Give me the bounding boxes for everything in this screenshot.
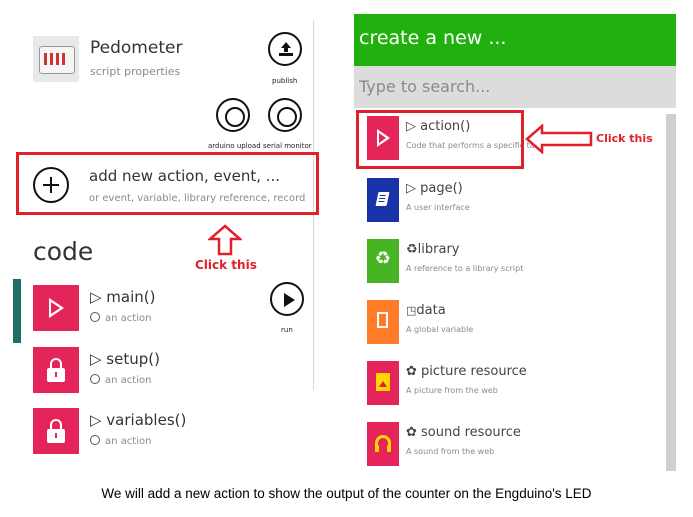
recycle-icon: ♻ [374,248,392,269]
list-item-main[interactable]: ▷ main() an action [0,279,300,343]
action-tile [33,347,79,393]
script-properties-link[interactable]: script properties [90,65,180,78]
create-new-title: create a new ... [359,27,507,49]
document-icon [377,312,388,328]
highlight-box [356,110,524,169]
publish-button[interactable] [268,32,302,66]
clock-icon [90,435,100,445]
library-tile: ♻ [367,239,399,283]
headphones-icon [375,435,391,452]
click-this-annotation-right: Click this [596,132,653,145]
list-item-data[interactable]: ◳data A global variable [354,300,654,360]
list-item-sound-resource[interactable]: ✿ sound resource A sound from the web [354,422,654,471]
book-icon [375,192,390,206]
item-name: ▷ main() [90,288,156,306]
item-name: ▷ variables() [90,411,187,429]
engduino-board-image [39,46,75,74]
scrollbar[interactable] [666,114,676,471]
item-description: A sound from the web [406,447,495,456]
script-thumbnail[interactable] [33,36,79,82]
item-name: ✿ sound resource [406,425,521,440]
data-tile [367,300,399,344]
serial-monitor-button[interactable] [268,98,302,132]
action-tile [33,408,79,454]
search-placeholder: Type to search... [359,77,491,96]
list-item-setup[interactable]: ▷ setup() an action [0,347,300,399]
list-item-page[interactable]: ▷ page() A user interface [354,178,654,238]
create-new-panel: create a new ... Type to search... ▷ act… [354,14,676,471]
list-item-variables[interactable]: ▷ variables() an action [0,408,300,460]
add-new-title: add new action, event, ... [89,167,281,185]
item-description: A user interface [406,203,470,212]
script-title[interactable]: Pedometer [90,38,182,58]
picture-icon [376,373,390,391]
create-new-header: create a new ... [354,14,676,66]
plus-icon [33,167,69,203]
publish-label: publish [272,77,298,85]
clock-icon [90,312,100,322]
item-description: A picture from the web [406,386,498,395]
arduino-upload-label: arduino upload [208,142,261,150]
item-meta: an action [90,435,151,447]
action-tile [33,285,79,331]
item-meta: an action [90,374,151,386]
list-item-library[interactable]: ♻ ♻library A reference to a library scri… [354,239,654,299]
item-name: ▷ setup() [90,350,160,368]
circle-icon [225,107,245,127]
list-item-picture-resource[interactable]: ✿ picture resource A picture from the we… [354,361,654,421]
figure-caption: We will add a new action to show the out… [101,486,592,501]
code-heading: code [33,237,94,266]
add-new-subtitle: or event, variable, library reference, r… [89,193,306,204]
item-name: ◳data [406,303,446,318]
sound-tile [367,422,399,466]
picture-tile [367,361,399,405]
click-this-annotation: Click this [195,258,257,272]
circle-icon [277,107,297,127]
clock-icon [90,374,100,384]
page-tile [367,178,399,222]
item-description: A reference to a library script [406,264,524,273]
add-new-action-button[interactable]: add new action, event, ... or event, var… [16,152,319,215]
item-name: ✿ picture resource [406,364,527,379]
annotation-up-arrow-icon [208,224,242,256]
data-glyph-icon: ◳ [406,304,417,317]
arduino-upload-button[interactable] [216,98,250,132]
item-description: A global variable [406,325,474,334]
item-name: ▷ page() [406,181,463,196]
annotation-left-arrow-icon [525,124,593,154]
item-meta: an action [90,312,151,324]
script-editor-panel: Pedometer script properties publish ardu… [0,0,319,470]
search-input[interactable]: Type to search... [354,66,676,108]
item-name: ♻library [406,242,460,257]
selection-indicator [13,279,21,343]
serial-monitor-label: serial monitor [263,142,312,150]
upload-icon [279,42,293,56]
